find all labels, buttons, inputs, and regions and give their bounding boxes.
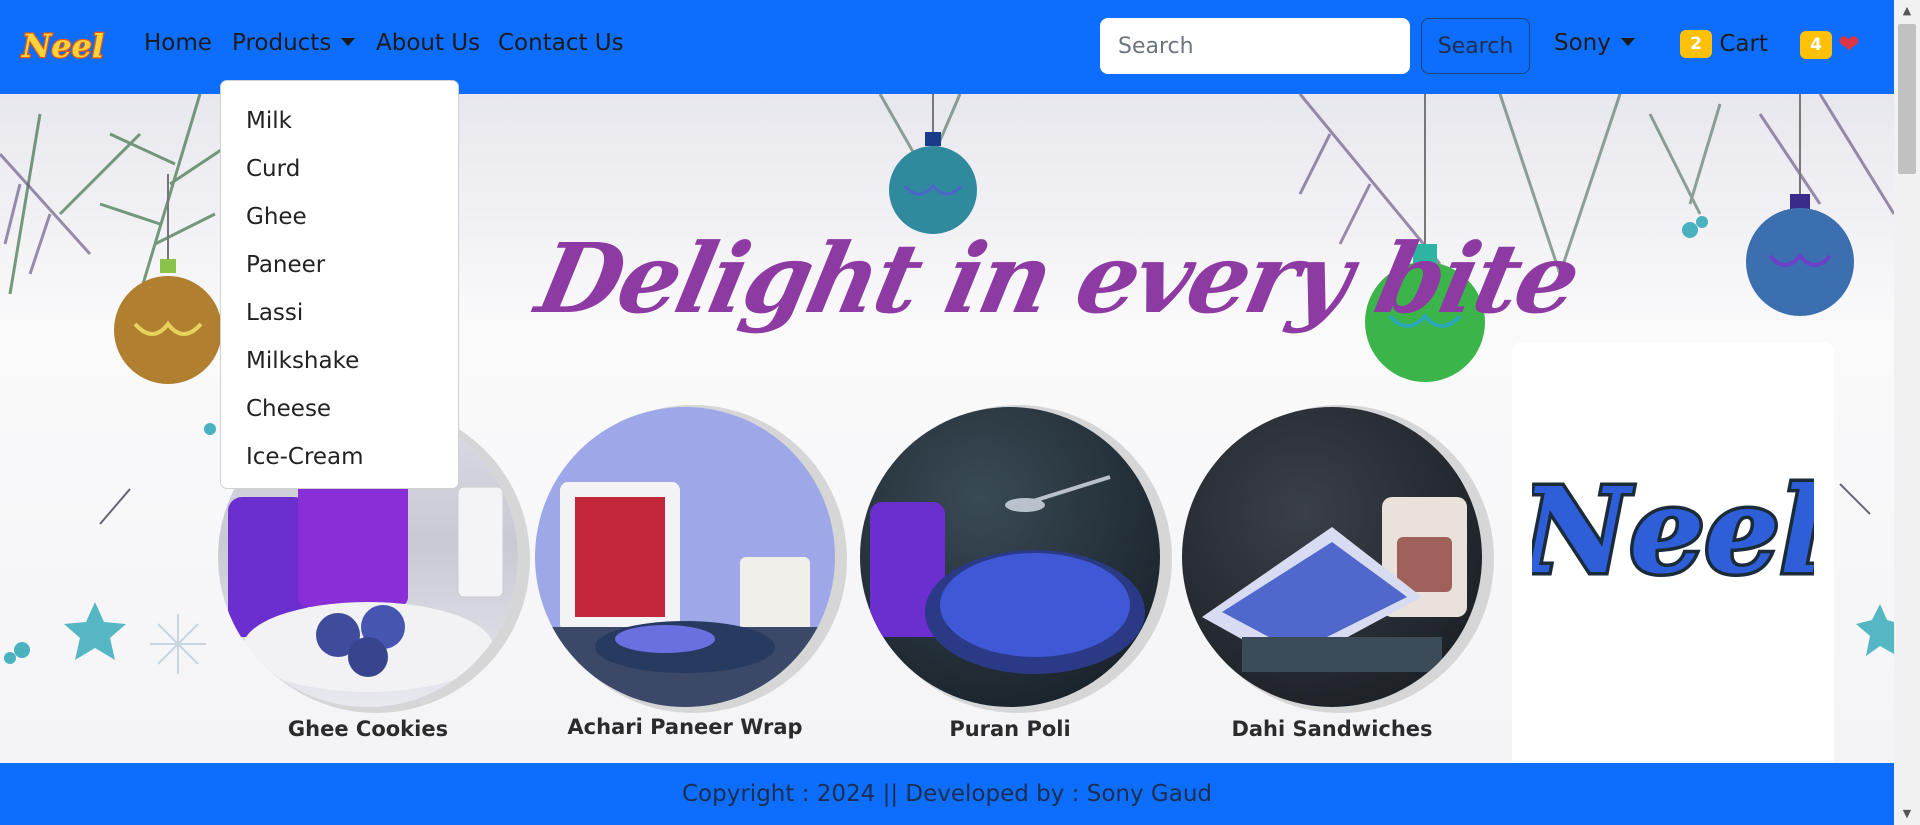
scroll-down-arrow-icon[interactable]: ▼ xyxy=(1894,803,1920,825)
product-name: Ghee Cookies xyxy=(287,717,449,741)
product-name: Dahi Sandwiches xyxy=(1231,717,1433,741)
cart-count-badge: 2 xyxy=(1680,30,1712,58)
product-illustration xyxy=(1202,497,1467,672)
product-name: Achari Paneer Wrap xyxy=(567,715,803,739)
footer: Copyright : 2024 || Developed by : Sony … xyxy=(0,763,1894,825)
nav-products-label: Products xyxy=(232,30,332,56)
heart-icon: ❤ xyxy=(1838,30,1860,60)
products-dropdown-menu: Milk Curd Ghee Paneer Lassi Milkshake Ch… xyxy=(220,80,459,489)
product-illustration xyxy=(535,482,835,707)
cart-label: Cart xyxy=(1719,31,1768,57)
product-illustration xyxy=(870,475,1145,674)
search-input[interactable] xyxy=(1100,18,1410,74)
dropdown-item-lassi[interactable]: Lassi xyxy=(221,289,458,337)
nav-contact-us[interactable]: Contact Us xyxy=(498,30,624,56)
hero-headline: Delight in every bite xyxy=(527,222,1588,335)
product-card-dahi-sandwiches[interactable]: Dahi Sandwiches xyxy=(1182,407,1497,741)
chevron-down-icon xyxy=(1620,38,1635,46)
search-button[interactable]: Search xyxy=(1421,18,1530,74)
product-card-puran-poli[interactable]: Puran Poli xyxy=(860,407,1175,741)
user-name: Sony xyxy=(1554,30,1611,56)
neel-logo-text: Neel xyxy=(1532,461,1814,600)
vertical-scrollbar[interactable]: ▲ ▼ xyxy=(1894,0,1920,825)
wishlist-count-badge: 4 xyxy=(1800,31,1832,59)
scroll-up-arrow-icon[interactable]: ▲ xyxy=(1894,0,1920,22)
dropdown-item-ice-cream[interactable]: Ice-Cream xyxy=(221,433,458,481)
dropdown-item-curd[interactable]: Curd xyxy=(221,145,458,193)
product-image xyxy=(535,407,835,707)
wishlist-link[interactable]: 4 ❤ xyxy=(1800,30,1860,60)
brand-logo[interactable]: Neel xyxy=(18,22,108,70)
neel-logo: Neel xyxy=(1532,458,1814,604)
product-image xyxy=(1182,407,1482,707)
scroll-thumb[interactable] xyxy=(1898,24,1916,174)
chevron-down-icon xyxy=(341,38,356,46)
product-card-achari-paneer-wrap[interactable]: Achari Paneer Wrap xyxy=(535,407,850,739)
nav-products[interactable]: Products xyxy=(232,30,356,56)
dropdown-item-paneer[interactable]: Paneer xyxy=(221,241,458,289)
cart-link[interactable]: 2 Cart xyxy=(1680,30,1768,58)
brand-logo-card: Neel xyxy=(1512,342,1834,763)
product-image xyxy=(860,407,1160,707)
dropdown-item-cheese[interactable]: Cheese xyxy=(221,385,458,433)
dropdown-item-milk[interactable]: Milk xyxy=(221,97,458,145)
product-name: Puran Poli xyxy=(949,717,1071,741)
brand-logo-text: Neel xyxy=(21,27,104,65)
dropdown-item-ghee[interactable]: Ghee xyxy=(221,193,458,241)
nav-home[interactable]: Home xyxy=(144,30,212,56)
nav-about-us[interactable]: About Us xyxy=(376,30,480,56)
brand-logo-mark: Neel xyxy=(20,26,106,66)
user-menu[interactable]: Sony xyxy=(1554,30,1635,56)
footer-copyright: Copyright : 2024 || Developed by : Sony … xyxy=(682,781,1212,807)
dropdown-item-milkshake[interactable]: Milkshake xyxy=(221,337,458,385)
